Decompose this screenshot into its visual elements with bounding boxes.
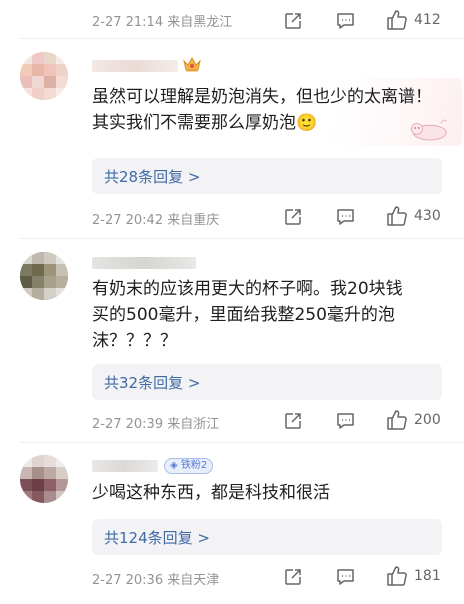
- like-count: 181: [414, 568, 441, 584]
- reply-box[interactable]: 共28条回复 >: [92, 158, 442, 194]
- share-icon[interactable]: [284, 412, 302, 430]
- smile-emoji: 🙂: [296, 113, 318, 133]
- comment-actions: 181: [224, 565, 464, 589]
- reply-box[interactable]: 共32条回复 >: [92, 364, 442, 400]
- view-replies-link[interactable]: 共32条回复 >: [104, 372, 200, 393]
- share-icon[interactable]: [284, 568, 302, 586]
- comment-text: 少喝这种东西，都是科技和很活: [92, 483, 330, 503]
- comment-meta: 2-27 20:36 来自天津: [92, 573, 220, 588]
- username[interactable]: [92, 460, 158, 472]
- view-replies-link[interactable]: 共28条回复 >: [104, 166, 200, 187]
- thumbs-up-icon[interactable]: [386, 9, 408, 31]
- comment-icon[interactable]: [336, 568, 355, 586]
- view-replies-link[interactable]: 共124条回复 >: [104, 527, 210, 548]
- comment-meta: 2-27 20:39 来自浙江: [92, 417, 220, 432]
- thumbs-up-icon[interactable]: [386, 565, 408, 587]
- share-icon[interactable]: [284, 12, 302, 30]
- comment-text: 虽然可以理解是奶泡消失，但也少的太离谱！其实我们不需要那么厚奶泡🙂: [92, 87, 432, 133]
- share-icon[interactable]: [284, 208, 302, 226]
- comment-meta: 2-27 21:14 来自黑龙江: [92, 15, 233, 30]
- thumbs-up-icon[interactable]: [386, 205, 408, 227]
- thumbs-up-icon[interactable]: [386, 409, 408, 431]
- diamond-icon: ◈: [170, 460, 178, 471]
- comment-line: 买的500毫升，里面给我整250毫升的泡: [92, 305, 395, 325]
- comment-icon[interactable]: [336, 412, 355, 430]
- divider: [20, 238, 464, 239]
- fan-badge: ◈ 铁粉2: [164, 458, 214, 474]
- divider: [20, 38, 464, 39]
- comment-line: 沫？？？？: [92, 331, 177, 351]
- comment-meta: 2-27 20:42 来自重庆: [92, 213, 220, 228]
- avatar[interactable]: [20, 455, 68, 503]
- divider: [20, 442, 464, 443]
- username[interactable]: [92, 257, 196, 269]
- fan-badge-label: 铁粉2: [180, 460, 208, 471]
- comment-text: 有奶末的应该用更大的杯子啊。我20块钱 买的500毫升，里面给我整250毫升的泡…: [92, 276, 442, 354]
- like-count: 200: [414, 412, 441, 428]
- comment-line: 有奶末的应该用更大的杯子啊。我20块钱: [92, 279, 403, 299]
- comment-icon[interactable]: [336, 12, 355, 30]
- comment-actions: 412: [224, 9, 464, 33]
- like-count: 412: [414, 12, 441, 28]
- avatar[interactable]: [20, 52, 68, 100]
- crown-icon: [183, 56, 201, 72]
- like-count: 430: [414, 208, 441, 224]
- avatar[interactable]: [20, 252, 68, 300]
- comment-actions: 200: [224, 409, 464, 433]
- reply-box[interactable]: 共124条回复 >: [92, 519, 442, 555]
- username[interactable]: [92, 60, 178, 72]
- comment-actions: 430: [224, 205, 464, 229]
- comment-icon[interactable]: [336, 208, 355, 226]
